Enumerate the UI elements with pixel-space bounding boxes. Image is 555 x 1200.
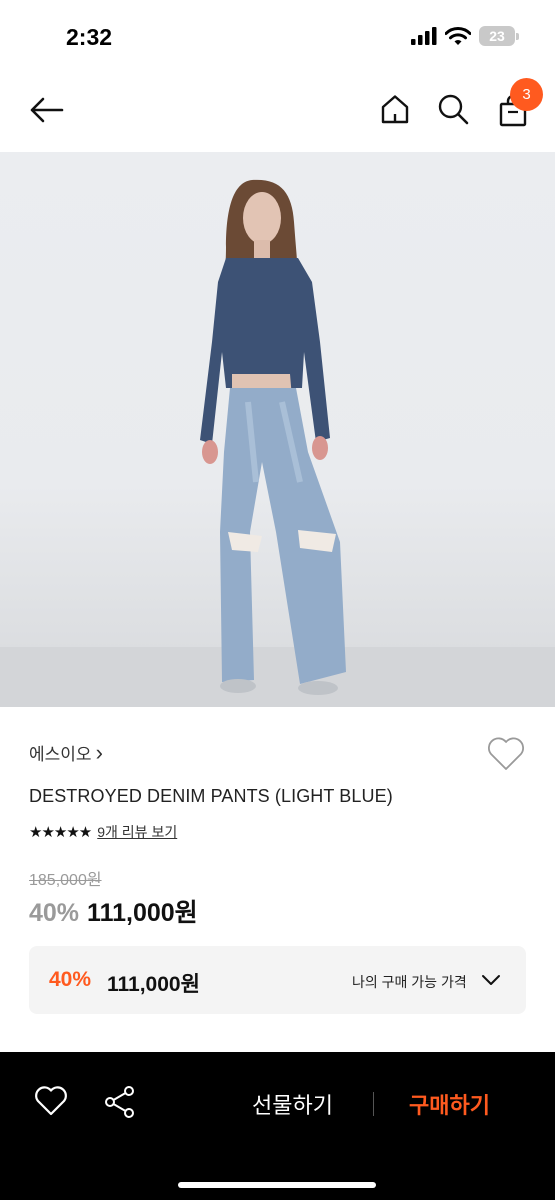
battery-icon: 23: [479, 26, 519, 46]
product-photo-illustration: [0, 179, 555, 707]
my-price-label: 나의 구매 가능 가격: [352, 974, 467, 990]
home-indicator: [178, 1182, 376, 1188]
heart-icon: [488, 737, 524, 770]
review-link[interactable]: 9개 리뷰 보기: [97, 822, 177, 842]
wishlist-button[interactable]: [486, 736, 526, 772]
share-icon: [105, 1086, 134, 1118]
bottom-wishlist-button[interactable]: [33, 1084, 69, 1120]
cart-count-badge: 3: [510, 78, 543, 111]
back-arrow-icon: [30, 97, 64, 123]
status-icons: 23: [411, 26, 519, 46]
status-time: 2:32: [66, 24, 113, 50]
status-bar: 2:32 23: [0, 0, 555, 70]
brand-link[interactable]: 에스이오 ›: [29, 740, 103, 765]
rating-row: ★★★★★ 9개 리뷰 보기: [29, 822, 177, 842]
my-price-value: 111,000원: [107, 973, 200, 996]
search-icon: [438, 94, 469, 125]
chevron-down-icon: [482, 975, 500, 985]
brand-name: 에스이오: [29, 745, 92, 764]
my-price-discount: 40%: [49, 968, 92, 991]
share-button[interactable]: [102, 1084, 138, 1120]
product-image[interactable]: [0, 152, 555, 707]
home-icon: [381, 95, 409, 124]
buy-button[interactable]: 구매하기: [409, 1088, 490, 1120]
rating-stars: ★★★★★: [29, 824, 92, 841]
bottom-action-bar: 선물하기 구매하기: [0, 1052, 555, 1200]
original-price: 185,000원: [29, 872, 102, 889]
brand-chevron-icon: ›: [95, 740, 103, 765]
search-button[interactable]: [434, 90, 472, 128]
sale-price: 111,000원: [87, 899, 198, 927]
my-price-dropdown[interactable]: 40% 111,000원 나의 구매 가능 가격: [29, 946, 526, 1014]
signal-icon: [411, 27, 437, 45]
gift-button[interactable]: 선물하기: [252, 1088, 333, 1120]
wifi-icon: [445, 26, 471, 45]
top-nav: 3: [0, 78, 555, 142]
discount-rate: 40%: [29, 899, 80, 927]
home-button[interactable]: [376, 90, 414, 128]
bottom-divider: [373, 1092, 374, 1116]
heart-icon: [35, 1086, 67, 1116]
back-button[interactable]: [26, 92, 66, 128]
price-row: 40% 111,000원: [29, 893, 198, 929]
product-title: DESTROYED DENIM PANTS (LIGHT BLUE): [29, 786, 393, 806]
